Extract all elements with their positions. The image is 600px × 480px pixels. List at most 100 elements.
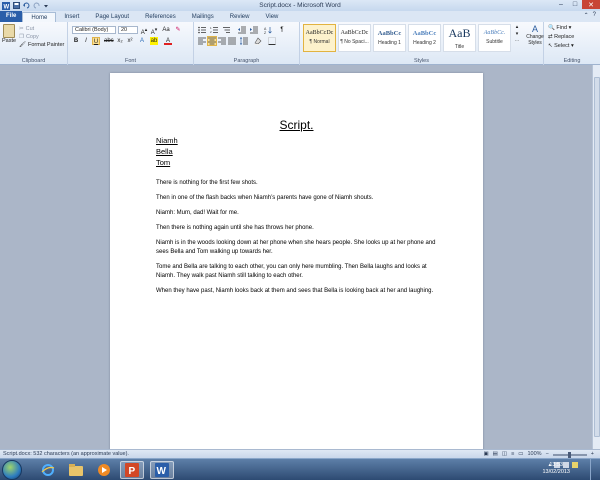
zoom-slider[interactable] [552,451,587,458]
cast-name: Bella [156,147,173,156]
close-button[interactable]: ✕ [582,0,600,9]
document-page[interactable]: Script. Niamh Bella Tom There is nothing… [110,73,483,449]
copy-button[interactable]: ❐ Copy [19,33,64,41]
select-button[interactable]: ↖ Select ▾ [548,42,574,51]
clipboard-group: Paste ✂ Cut ❐ Copy 🖌 Format Painter Clipboa… [0,22,68,65]
media-player-taskbar-icon[interactable] [92,461,116,479]
maximize-button[interactable]: □ [568,0,582,9]
word-taskbar-icon[interactable]: W [150,461,174,479]
line-spacing-icon[interactable] [240,37,248,45]
shading-icon[interactable] [254,37,262,45]
tab-references[interactable]: References [137,12,184,22]
style-title[interactable]: AaB Title [443,24,476,52]
minimize-button[interactable]: – [554,0,568,9]
document-area: Script. Niamh Bella Tom There is nothing… [0,65,592,449]
show-formatting-icon[interactable]: ¶ [278,26,286,34]
superscript-button[interactable]: x² [126,37,134,45]
svg-text:P: P [129,466,136,477]
zoom-slider-knob[interactable] [567,451,571,458]
format-painter-button[interactable]: 🖌 Format Painter [19,41,64,49]
font-group: Calibri (Body) 20 A▴ A▾ Aa ✎ B I U abc x… [68,22,194,65]
sort-icon[interactable]: AZ [264,26,272,34]
text-effects-button[interactable]: A [138,37,146,45]
bold-button[interactable]: B [72,37,80,45]
tab-page-layout[interactable]: Page Layout [87,12,137,22]
find-button[interactable]: 🔍 Find ▾ [548,24,574,33]
paste-label: Paste [2,38,17,44]
tab-home[interactable]: Home [22,12,57,22]
style-sample: AaBbCcDc [305,30,334,36]
window-title: Script.docx - Microsoft Word [259,2,341,9]
script-paragraph: When they have past, Niamh looks back at… [156,288,434,294]
style-name: ¶ Normal [309,39,330,45]
customize-qat-icon[interactable] [42,2,50,10]
paste-button[interactable]: Paste [2,24,16,44]
numbering-icon[interactable]: 12 [210,26,218,34]
styles-group-label: Styles [414,58,429,64]
vertical-scrollbar[interactable] [592,65,600,449]
bullets-icon[interactable] [198,26,206,34]
increase-indent-icon[interactable] [250,26,258,34]
strikethrough-button[interactable]: abc [104,37,114,45]
tab-view[interactable]: View [257,12,286,22]
style-name: Heading 2 [413,40,436,46]
font-name-select[interactable]: Calibri (Body) [72,26,116,34]
powerpoint-taskbar-icon[interactable]: P [120,461,144,479]
scrollbar-thumb[interactable] [594,77,600,437]
font-size-select[interactable]: 20 [118,26,138,34]
ie-taskbar-icon[interactable] [36,461,60,479]
redo-icon[interactable] [32,2,40,10]
align-left-icon[interactable] [198,37,206,45]
clock[interactable]: 13:53 13/02/2013 [542,462,570,476]
align-right-icon[interactable] [218,37,226,45]
script-paragraph: Then in one of the flash backs when Niam… [156,195,374,201]
script-paragraph: Niamh: Mum, dad! Wait for me. [156,210,239,216]
style-subtitle[interactable]: AaBbCc. Subtitle [478,24,511,52]
style-heading-1[interactable]: AaBbCc Heading 1 [373,24,406,52]
minimize-ribbon-icon[interactable]: ⌃ [584,12,589,19]
tab-file[interactable]: File [0,11,23,22]
explorer-taskbar-icon[interactable] [64,461,88,479]
style-heading-2[interactable]: AaBbCc Heading 2 [408,24,441,52]
undo-icon[interactable] [22,2,30,10]
cut-button[interactable]: ✂ Cut [19,25,64,33]
subscript-button[interactable]: x₂ [116,37,124,45]
highlight-icon[interactable]: ab [150,37,158,45]
help-icon[interactable]: ? [593,12,596,19]
underline-button[interactable]: U [92,37,100,45]
justify-icon[interactable] [228,37,236,45]
tab-review[interactable]: Review [222,12,258,22]
grow-font-button[interactable]: A▴ [140,26,148,36]
change-case-button[interactable]: Aa [162,26,170,34]
font-color-button[interactable]: A [164,37,172,45]
paintbrush-icon: 🖌 [19,42,26,48]
tab-mailings[interactable]: Mailings [184,12,222,22]
scroll-down-icon[interactable]: ▾ [516,31,519,37]
show-desktop-button[interactable] [590,459,600,480]
italic-button[interactable]: I [82,37,90,45]
borders-icon[interactable] [268,37,276,45]
flag-icon[interactable] [572,462,578,468]
start-button[interactable] [2,460,22,480]
clipboard-group-label: Clipboard [21,58,46,64]
more-styles-icon[interactable]: ⋯ [515,38,520,44]
taskbar: P W ▴ 13:53 13/02/2013 [0,458,600,480]
replace-button[interactable]: ⇄ Replace [548,33,574,42]
align-center-icon[interactable] [207,36,217,46]
ribbon-help-area: ⌃ ? [584,12,596,19]
scroll-up-icon[interactable]: ▴ [516,24,519,30]
save-icon[interactable] [12,2,20,10]
paragraph-group: 12 AZ ¶ Paragraph [194,22,300,65]
scissors-icon: ✂ [19,26,24,32]
shrink-font-button[interactable]: A▾ [150,26,158,36]
clear-formatting-icon[interactable]: ✎ [174,26,182,34]
style-sample: AaB [448,26,471,40]
multilevel-list-icon[interactable] [222,26,230,34]
style-normal[interactable]: AaBbCcDc ¶ Normal [303,24,336,52]
style-no-spacing[interactable]: AaBbCcDc ¶ No Spaci... [338,24,371,52]
word-app-icon[interactable]: W [2,1,10,10]
tab-insert[interactable]: Insert [56,12,87,22]
decrease-indent-icon[interactable] [238,26,246,34]
status-bar: Script.docx: 532 characters (an approxim… [0,449,600,458]
svg-text:Z: Z [264,31,267,34]
